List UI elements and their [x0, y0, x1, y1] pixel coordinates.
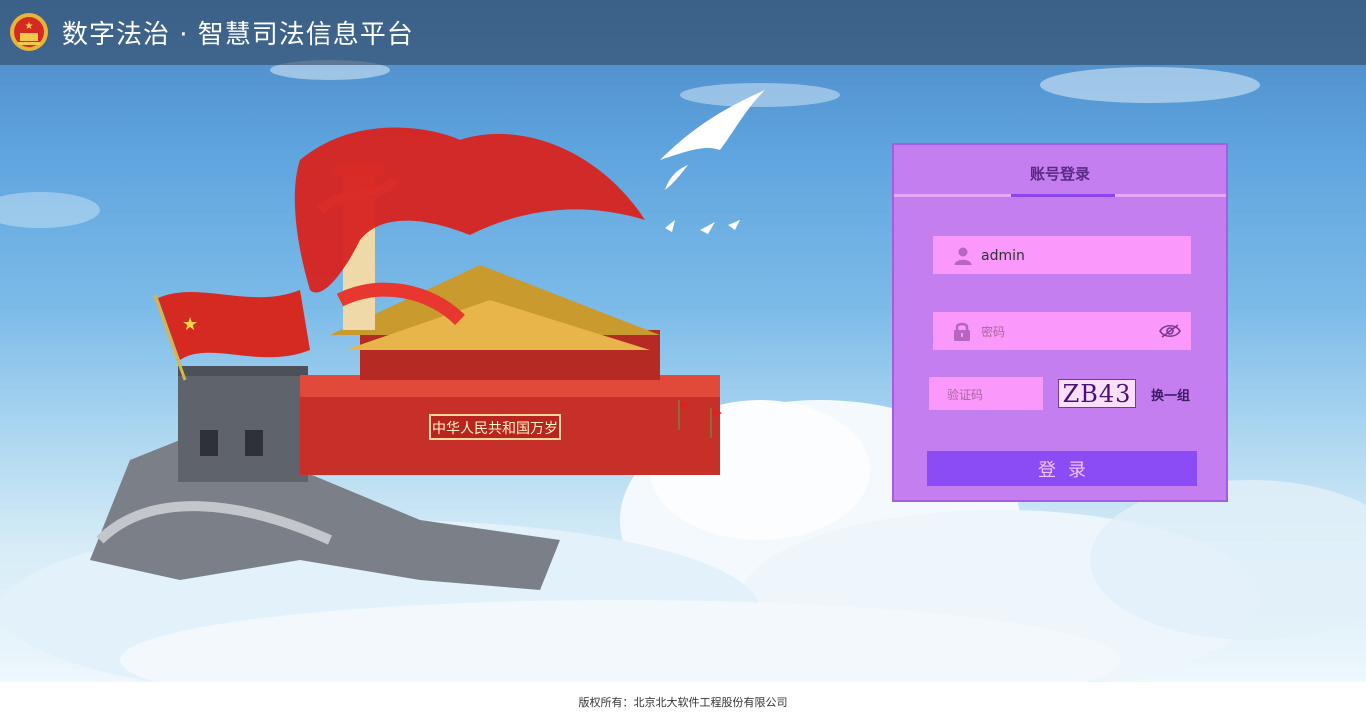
captcha-field[interactable]: [929, 377, 1043, 410]
site-title: 数字法治 · 智慧司法信息平台: [62, 20, 414, 50]
captcha-image[interactable]: ZB43: [1058, 379, 1136, 408]
svg-text:★: ★: [25, 21, 34, 32]
copyright-text: 版权所有：北京北大软件工程股份有限公司: [578, 696, 788, 709]
login-panel: 账号登录 ZB43 换一组 登录: [892, 143, 1228, 502]
active-tab-indicator: [1011, 194, 1115, 197]
lock-icon: [954, 322, 970, 341]
national-emblem-icon: ★: [10, 13, 48, 51]
username-input[interactable]: [979, 245, 1183, 267]
svg-text:★: ★: [182, 314, 198, 335]
top-header-bar: ★ 数字法治 · 智慧司法信息平台: [0, 0, 1366, 65]
password-field[interactable]: [933, 312, 1191, 350]
username-field[interactable]: [933, 236, 1191, 274]
refresh-captcha-link[interactable]: 换一组: [1151, 385, 1190, 404]
login-button[interactable]: 登录: [927, 451, 1197, 486]
user-icon: [954, 247, 972, 265]
eye-icon[interactable]: [1159, 323, 1181, 339]
password-input[interactable]: [979, 321, 1153, 343]
captcha-input[interactable]: [945, 384, 1039, 406]
svg-text:中华人民共和国万岁: 中华人民共和国万岁: [432, 421, 558, 437]
page-footer: 版权所有：北京北大软件工程股份有限公司: [0, 682, 1366, 722]
tab-account-login[interactable]: 账号登录: [894, 163, 1226, 184]
